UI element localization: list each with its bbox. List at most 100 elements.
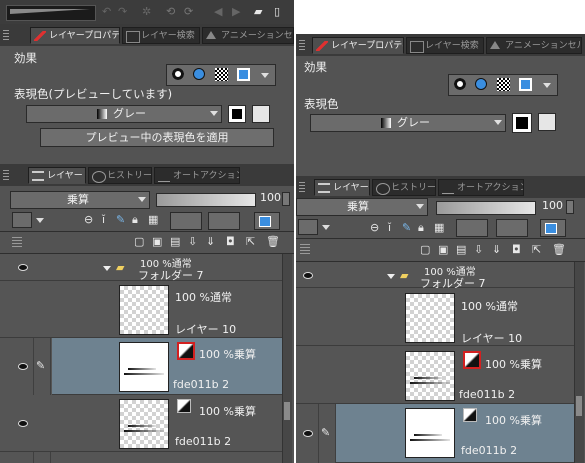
rotate-right-icon[interactable]: ⟳ [184,6,193,18]
layer-color-box[interactable] [298,219,318,235]
expand-arrow-icon[interactable] [387,274,395,279]
layer-scrollbar[interactable] [574,262,584,463]
prev-arrow-icon[interactable]: ◀ [214,6,222,18]
chevron-down-icon[interactable] [543,83,551,88]
layer-row[interactable]: ▰ 100 %通常 フォルダー 7 [0,254,282,282]
layer-row[interactable]: ▰ 100 %通常 フォルダー 7 [296,262,574,290]
layer-row[interactable]: 100 %乗算 fde011b 2 [0,395,282,452]
layer-color-box[interactable] [12,212,32,228]
gear-icon[interactable]: ✲ [142,6,151,18]
mask-enable-icon[interactable] [456,219,488,237]
draft-icon[interactable]: ✎ [402,222,411,234]
layer-mask-thumbnail[interactable] [177,342,195,360]
transfer-down-icon[interactable]: ⇩ [188,236,197,248]
opacity-spinner-icon[interactable] [566,200,574,214]
main-color-swatch[interactable] [512,113,532,133]
scrollbar-thumb[interactable] [284,402,290,420]
blend-mode-select[interactable]: 乗算 [10,191,150,209]
eye-icon[interactable] [18,420,28,427]
delete-layer-icon[interactable]: 🗑︎ [266,236,280,248]
layer-row[interactable]: 100 %乗算 fde011b 2 [296,346,574,404]
tone-effect-icon[interactable] [193,68,205,80]
ruler-enable-icon[interactable] [496,219,528,237]
tab-animation-cel[interactable]: アニメーションセル [486,37,582,54]
layer-color-toggle[interactable] [254,212,280,230]
new-folder-icon[interactable]: ▤ [456,244,466,256]
clip-icon[interactable]: ⊖ [84,214,93,226]
tab-layer-property[interactable]: レイヤープロパティ [30,27,120,44]
chevron-down-icon[interactable] [36,218,44,223]
reference-icon[interactable]: ĭ [388,222,391,234]
new-vector-layer-icon[interactable]: ▣ [438,244,448,256]
new-vector-layer-icon[interactable]: ▣ [152,236,162,248]
mask-enable-icon[interactable] [170,212,202,230]
expand-arrow-icon[interactable] [103,266,111,271]
blend-mode-select[interactable]: 乗算 [296,198,428,216]
ruler-enable-icon[interactable] [208,212,240,230]
opacity-value[interactable]: 100 [260,191,281,204]
new-raster-layer-icon[interactable]: ▢ [420,244,430,256]
combine-down-icon[interactable]: ⇓ [492,244,501,256]
sub-color-swatch[interactable] [252,105,270,123]
apply-expression-color-button[interactable]: プレビュー中の表現色を適用 [40,128,274,147]
tab-layer[interactable]: レイヤー [314,179,370,196]
tab-layer-search[interactable]: レイヤー検索 [122,27,200,44]
tab-auto-action[interactable]: オートアクション [154,167,240,184]
new-raster-layer-icon[interactable]: ▢ [134,236,144,248]
tab-auto-action[interactable]: オートアクション [438,179,524,196]
expression-color-select[interactable]: グレー [310,114,506,132]
lock-transparency-icon[interactable]: ▦ [434,222,444,234]
apply-mask-icon[interactable]: ⇱ [246,236,255,248]
eye-icon[interactable] [18,363,28,370]
eye-icon[interactable] [18,264,28,271]
undo-icon[interactable]: ↶ [102,6,111,18]
texture-effect-icon[interactable] [215,68,228,81]
reference-icon[interactable]: ĭ [102,214,105,226]
create-mask-icon[interactable]: ◘ [226,236,235,248]
opacity-slider[interactable] [436,201,536,215]
lock-icon[interactable]: 🔒︎ [132,214,138,226]
border-effect-icon[interactable] [454,78,466,90]
trash-icon[interactable]: ▯ [274,6,280,18]
create-mask-icon[interactable]: ◘ [512,244,521,256]
chevron-down-icon[interactable] [261,73,269,78]
tone-effect-icon[interactable] [475,78,487,90]
layer-row[interactable]: 100 %乗算 fde011b 2 [336,404,574,463]
new-folder-icon[interactable]: ▤ [170,236,180,248]
lock-transparency-icon[interactable]: ▦ [148,214,158,226]
expression-color-select[interactable]: グレー [26,105,222,123]
opacity-spinner-icon[interactable] [282,192,290,206]
rotate-left-icon[interactable]: ⟲ [166,6,175,18]
apply-mask-icon[interactable]: ⇱ [532,244,541,256]
clip-icon[interactable]: ⊖ [370,222,379,234]
layer-mask-thumbnail[interactable] [463,408,477,422]
layer-row[interactable]: 100 %通常 レイヤー 10 [296,288,574,346]
eye-icon[interactable] [303,272,313,279]
layer-row[interactable]: 100 %乗算 fde011b 2 [52,338,282,395]
draft-icon[interactable]: ✎ [116,214,125,226]
chevron-down-icon[interactable] [322,225,330,230]
layer-mask-thumbnail[interactable] [177,399,191,413]
opacity-slider[interactable] [156,193,256,207]
layer-row[interactable]: 100 %通常 レイヤー 10 [0,281,282,338]
layer-color-icon[interactable] [237,68,250,81]
tab-layer-search[interactable]: レイヤー検索 [406,37,484,54]
chevron-down-icon[interactable] [416,204,424,209]
tab-animation-cel[interactable]: アニメーションセル [202,27,294,44]
tab-history[interactable]: ヒストリー [372,179,436,196]
layer-mask-thumbnail[interactable] [463,351,481,369]
scrollbar-thumb[interactable] [576,396,582,416]
layer-color-toggle[interactable] [540,219,566,237]
tab-history[interactable]: ヒストリー [88,167,152,184]
folder-icon[interactable]: ▰ [254,6,262,18]
next-arrow-icon[interactable]: ▶ [232,6,240,18]
eye-icon[interactable] [303,430,313,437]
transfer-down-icon[interactable]: ⇩ [474,244,483,256]
sub-color-swatch[interactable] [538,113,556,131]
tab-layer-property[interactable]: レイヤープロパティ [312,37,404,54]
texture-effect-icon[interactable] [497,78,510,91]
layer-color-icon[interactable] [519,78,532,91]
lock-icon[interactable]: 🔒︎ [418,222,424,234]
border-effect-icon[interactable] [172,68,184,80]
delete-layer-icon[interactable]: 🗑︎ [552,244,566,256]
